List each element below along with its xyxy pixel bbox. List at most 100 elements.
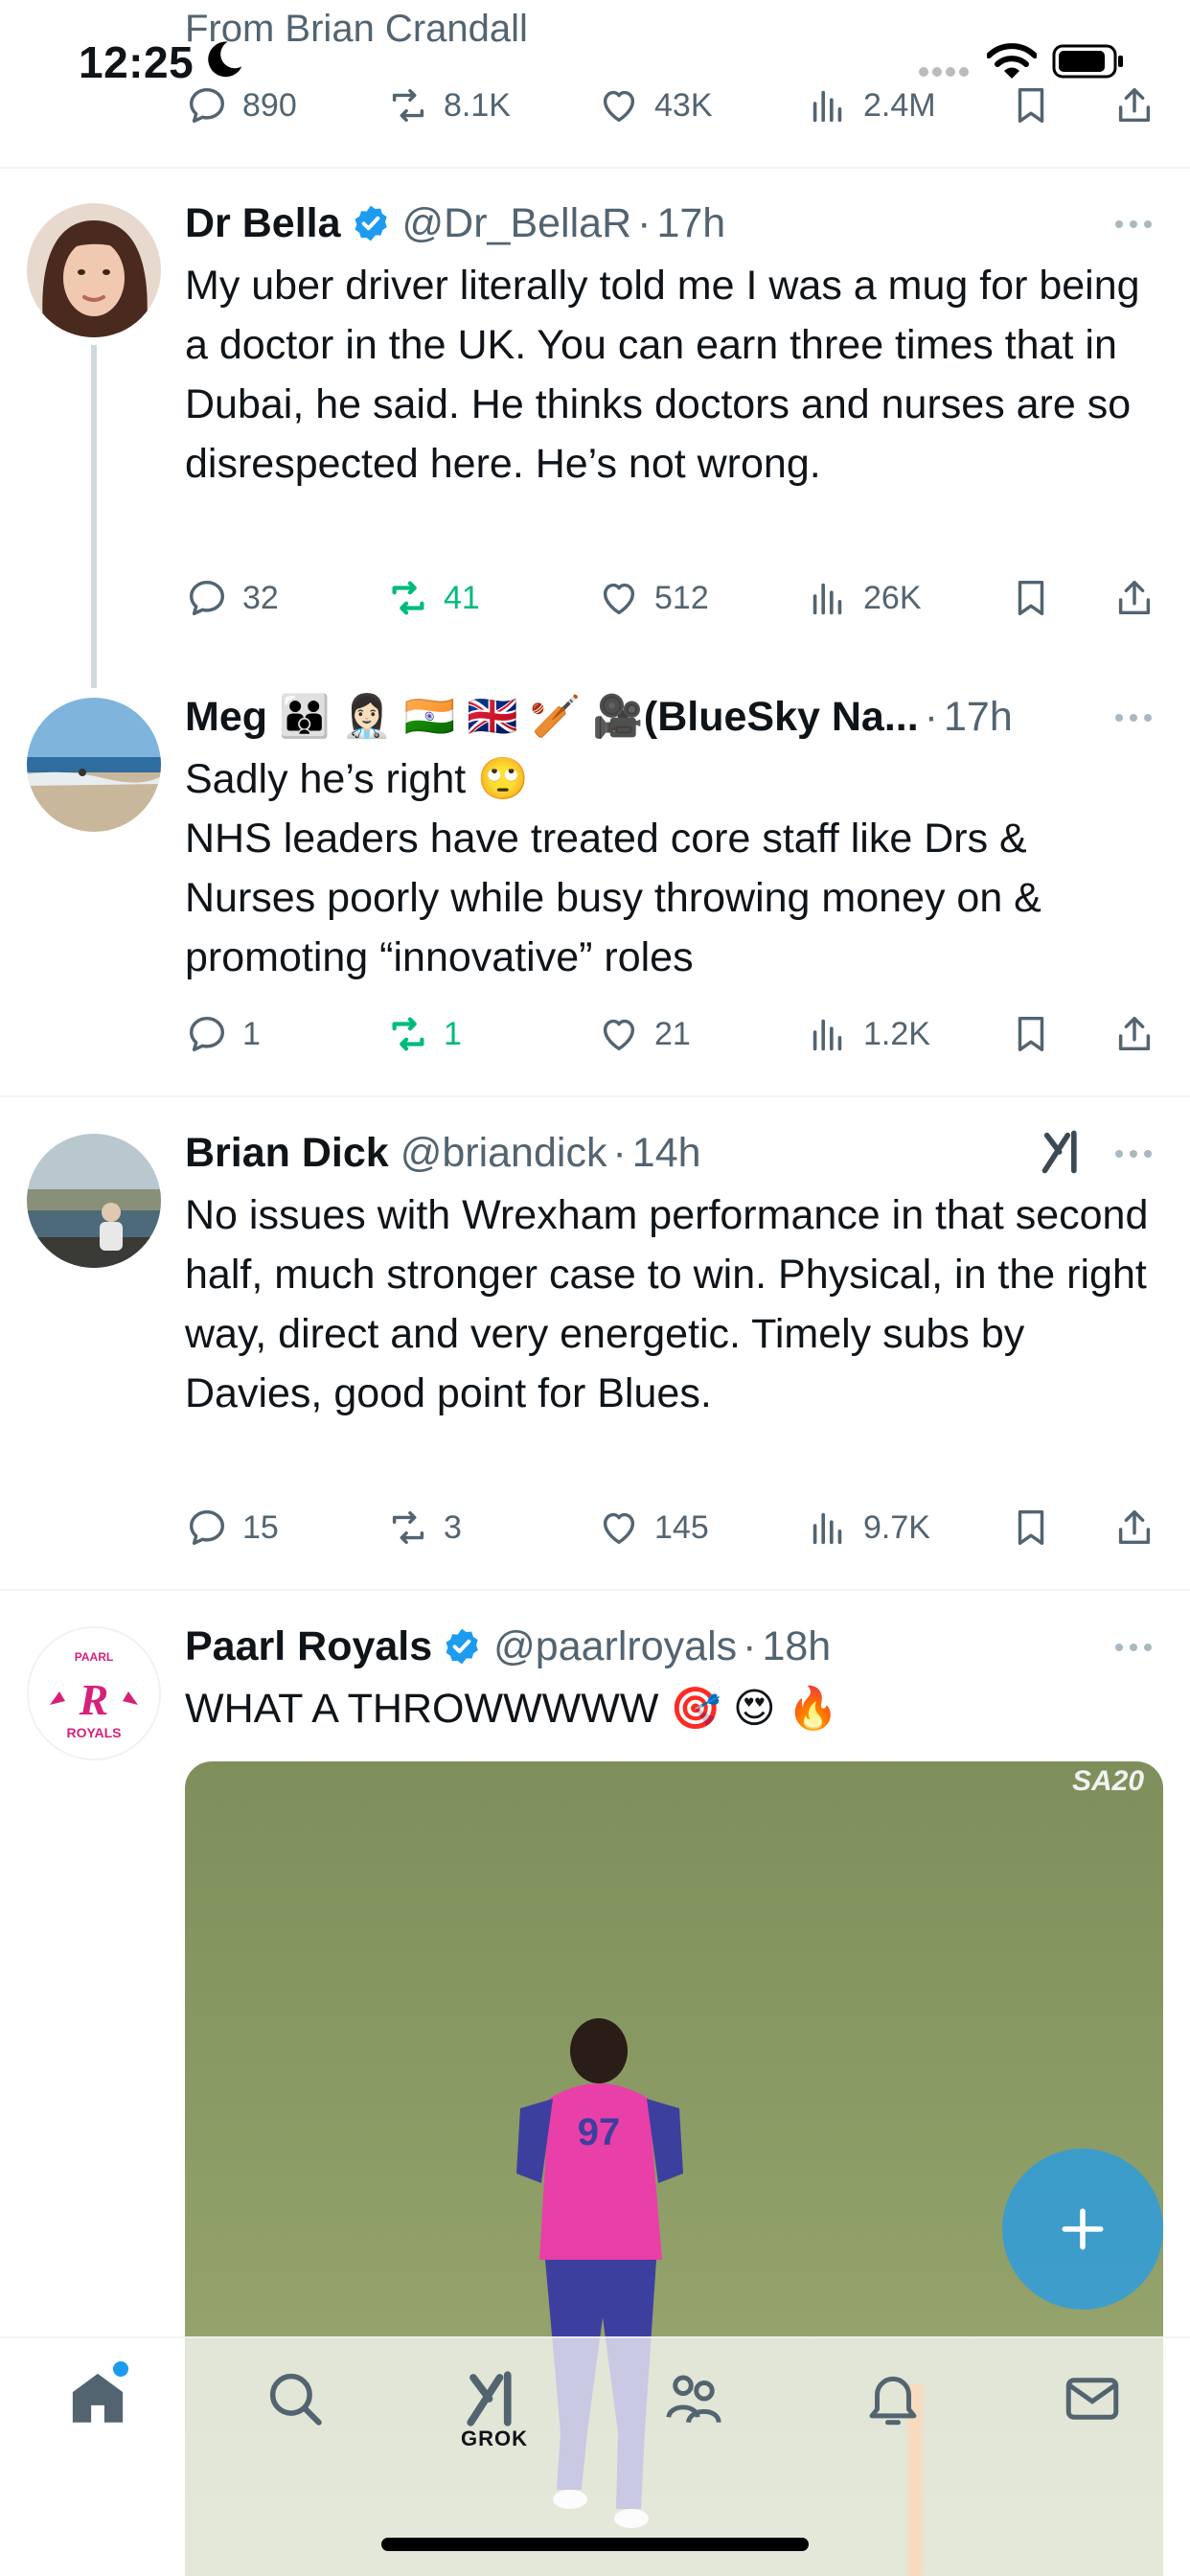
repost-count: 3 [444,1508,462,1546]
avatar[interactable] [27,698,161,832]
divider [0,167,1190,169]
bookmark-button[interactable] [1009,569,1053,627]
tweet-time[interactable]: 14h [632,1130,701,1177]
search-icon [269,2373,322,2426]
like-button[interactable]: 145 [597,1499,709,1556]
bookmark-button[interactable] [1009,1005,1053,1063]
views-button[interactable]: 26K [806,569,922,627]
avatar[interactable] [27,203,161,337]
heart-icon [603,583,635,615]
bookmark-button[interactable] [1009,77,1053,134]
tweet-time[interactable]: 17h [944,694,1013,741]
share-icon [1118,1016,1151,1051]
separator-dot: · [612,1129,627,1176]
display-name[interactable]: Brian Dick [185,1130,389,1177]
heart-icon [603,1512,635,1545]
repost-icon [392,88,424,123]
avatar[interactable] [27,1134,161,1268]
separator-dot: · [924,693,939,740]
views-button[interactable]: 2.4M [806,77,936,134]
people-icon [666,2375,721,2424]
reply-button[interactable]: 1 [185,1005,261,1063]
tab-grok[interactable]: GROK [437,2367,552,2472]
tweet-text: NHS leaders have treated core staff like… [185,816,1041,980]
reply-count: 15 [242,1508,279,1546]
repost-button[interactable]: 1 [386,1005,462,1063]
avatar[interactable]: PAARL R ROYALS [27,1626,161,1760]
verified-badge-icon[interactable] [442,1626,482,1667]
like-button[interactable]: 43K [597,77,713,134]
repost-count: 8.1K [444,86,511,124]
previous-tweet-actions: 890 8.1K 43K 2.4M [185,77,1162,134]
views-count: 26K [863,579,922,616]
share-button[interactable] [1112,77,1156,134]
bell-icon [869,2376,917,2426]
tab-messages[interactable] [1035,2367,1150,2472]
home-indicator[interactable] [381,2538,809,2551]
verified-badge-icon[interactable] [351,203,391,243]
reply-button[interactable]: 15 [185,1499,279,1556]
reply-button[interactable]: 32 [185,569,279,627]
tweet-header: Meg 🧑‍🧑‍🧒 👩🏻‍⚕️ 🇮🇳 🇬🇧 🏏 🎥(BlueSky Na... … [185,688,1013,746]
more-options-icon[interactable] [1111,1638,1156,1657]
tweet-time[interactable]: 17h [656,200,725,247]
compose-button[interactable] [1002,2149,1163,2310]
reply-icon [189,1509,225,1546]
svg-text:97: 97 [578,2111,621,2153]
views-button[interactable]: 1.2K [806,1005,930,1063]
repost-button[interactable]: 41 [386,569,480,627]
share-icon [1118,87,1151,123]
tab-home[interactable] [40,2367,155,2472]
share-button[interactable] [1112,1005,1156,1063]
heart-icon [603,90,635,123]
repost-button[interactable]: 3 [386,1499,462,1556]
like-button[interactable]: 512 [597,569,709,627]
divider [0,1589,1190,1591]
tweet-actions: 1 1 21 1.2K [185,1005,1162,1063]
share-button[interactable] [1112,1499,1156,1556]
display-name[interactable]: Paarl Royals [185,1623,432,1670]
tab-notifications[interactable] [835,2367,950,2472]
tweet-header: Dr Bella @Dr_BellaR · 17h [185,195,725,252]
heart-icon [603,1019,635,1051]
share-button[interactable] [1112,569,1156,627]
display-name[interactable]: Meg 🧑‍🧑‍🧒 👩🏻‍⚕️ 🇮🇳 🇬🇧 🏏 🎥(BlueSky Na... [185,693,919,741]
views-count: 1.2K [863,1015,930,1052]
user-handle[interactable]: @Dr_BellaR [402,200,632,247]
tab-communities[interactable] [636,2367,751,2472]
repost-button[interactable]: 8.1K [386,77,511,134]
display-name[interactable]: Dr Bella [185,200,341,247]
tweet-actions: 32 41 512 26K [185,569,1162,627]
more-options-icon[interactable] [1111,215,1156,234]
repost-icon [392,1510,424,1545]
reply-icon [189,87,225,124]
tweet-time[interactable]: 18h [762,1623,831,1670]
user-handle[interactable]: @briandick [400,1130,607,1177]
more-options-icon[interactable] [1111,1144,1156,1163]
like-count: 145 [654,1508,709,1546]
views-icon [812,90,842,123]
home-new-posts-dot [113,2361,128,2377]
views-icon [812,1512,842,1545]
thread-connector [91,345,97,688]
views-icon [812,583,842,615]
battery-icon [1052,44,1123,79]
like-button[interactable]: 21 [597,1005,691,1063]
tweet-text: No issues with Wrexham performance in th… [185,1192,1149,1416]
bookmark-icon [1018,580,1044,616]
views-button[interactable]: 9.7K [806,1499,930,1556]
user-handle[interactable]: @paarlroyals [493,1623,737,1670]
separator-dot: · [743,1622,757,1669]
more-options-icon[interactable] [1111,708,1156,727]
repost-count: 1 [444,1015,462,1052]
reply-button[interactable]: 890 [185,77,297,134]
tab-search[interactable] [238,2367,353,2472]
svg-text:R: R [79,1675,109,1724]
tweet-text-first-line: Sadly he’s right 🙄 [185,756,529,802]
bookmark-button[interactable] [1009,1499,1053,1556]
like-count: 21 [654,1015,691,1052]
grok-logo-icon[interactable] [1039,1127,1088,1177]
tab-grok-label: GROK [461,2426,528,2450]
moon-icon [208,41,242,78]
views-count: 2.4M [863,86,936,124]
